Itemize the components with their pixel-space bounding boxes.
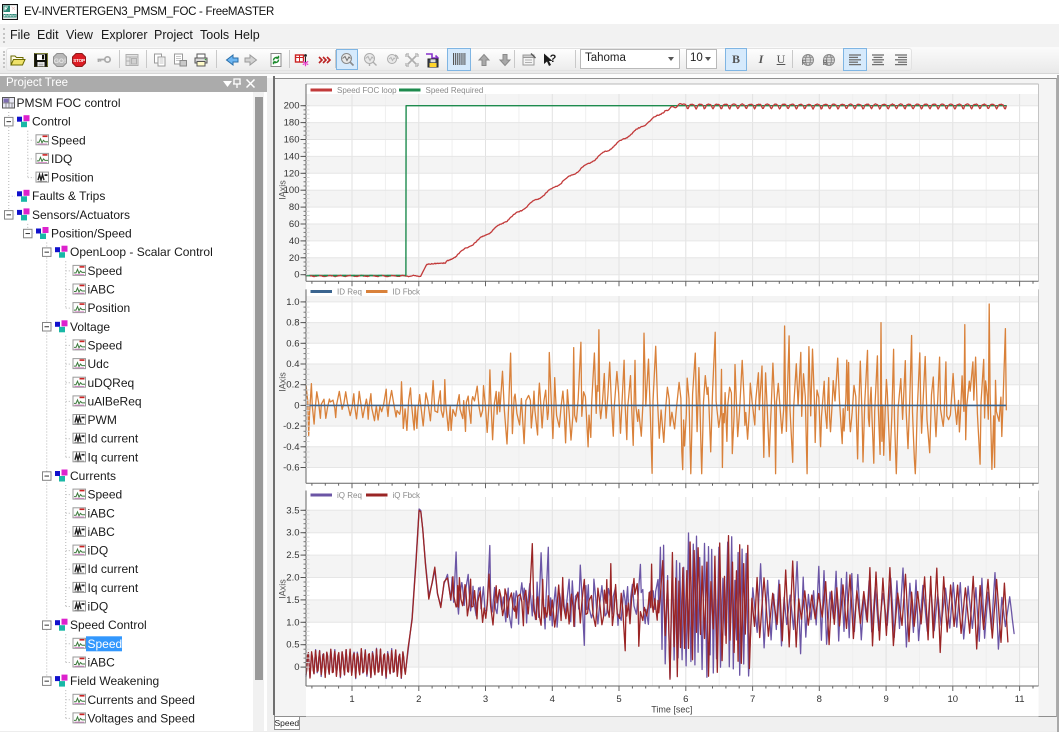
svg-text:Speed Required: Speed Required xyxy=(426,86,484,95)
svg-text:3.5: 3.5 xyxy=(286,505,299,516)
svg-text:0.8: 0.8 xyxy=(286,318,299,329)
svg-text:iQ Req: iQ Req xyxy=(337,491,362,500)
svg-text:iQ Fbck: iQ Fbck xyxy=(393,491,422,500)
svg-text:1.5: 1.5 xyxy=(286,595,299,606)
svg-text:0: 0 xyxy=(294,270,299,281)
svg-text:4: 4 xyxy=(550,694,555,705)
svg-text:ID Fbck: ID Fbck xyxy=(393,288,422,297)
svg-text:8: 8 xyxy=(817,694,822,705)
svg-text:0: 0 xyxy=(294,400,299,411)
svg-text:160: 160 xyxy=(284,135,300,146)
svg-text:120: 120 xyxy=(284,168,300,179)
svg-text:1: 1 xyxy=(349,694,354,705)
svg-text:0: 0 xyxy=(294,662,299,673)
svg-text:5: 5 xyxy=(616,694,621,705)
svg-text:40: 40 xyxy=(289,236,300,247)
svg-text:3.0: 3.0 xyxy=(286,528,299,539)
svg-text:2.5: 2.5 xyxy=(286,550,299,561)
svg-text:Speed FOC loop: Speed FOC loop xyxy=(337,86,397,95)
svg-text:140: 140 xyxy=(284,151,300,162)
svg-text:-0.2: -0.2 xyxy=(283,421,299,432)
svg-text:Time [sec]: Time [sec] xyxy=(651,705,692,715)
svg-text:0.5: 0.5 xyxy=(286,640,299,651)
svg-text:2.0: 2.0 xyxy=(286,573,299,584)
svg-text:10: 10 xyxy=(948,694,959,705)
svg-text:9: 9 xyxy=(883,694,888,705)
svg-text:11: 11 xyxy=(1015,694,1025,705)
svg-text:-0.4: -0.4 xyxy=(283,442,299,453)
svg-text:3: 3 xyxy=(483,694,488,705)
svg-text:-0.6: -0.6 xyxy=(283,463,299,474)
svg-text:2: 2 xyxy=(416,694,421,705)
svg-text:1.0: 1.0 xyxy=(286,297,299,308)
svg-text:80: 80 xyxy=(289,202,300,213)
svg-text:0.4: 0.4 xyxy=(286,359,299,370)
svg-text:20: 20 xyxy=(289,253,300,264)
svg-text:200: 200 xyxy=(284,101,300,112)
svg-text:1.0: 1.0 xyxy=(286,617,299,628)
svg-text:ID Req: ID Req xyxy=(337,288,362,297)
svg-text:IAxis: IAxis xyxy=(278,180,288,200)
svg-text:60: 60 xyxy=(289,219,300,230)
svg-text:7: 7 xyxy=(750,694,755,705)
svg-text:0.2: 0.2 xyxy=(286,380,299,391)
svg-text:180: 180 xyxy=(284,118,300,129)
svg-text:IAxis: IAxis xyxy=(278,372,288,392)
svg-text:6: 6 xyxy=(683,694,688,705)
svg-text:IAxis: IAxis xyxy=(278,579,288,599)
svg-text:0.6: 0.6 xyxy=(286,338,299,349)
